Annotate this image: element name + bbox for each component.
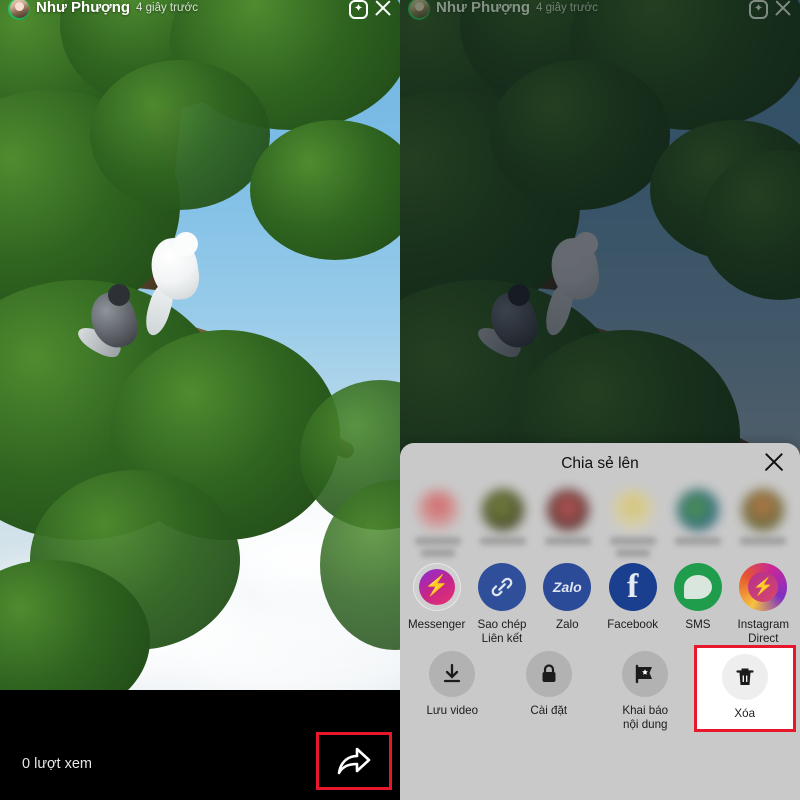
avatar[interactable] <box>8 0 30 20</box>
instagram-direct-icon: ⚡ <box>739 563 788 611</box>
share-actions-row: Lưu video Cài đặt Khai báo nội dung Xóa <box>400 645 800 732</box>
action-save-video[interactable]: Lưu video <box>404 651 501 732</box>
contact-item[interactable] <box>536 489 599 557</box>
share-app-instagram-direct[interactable]: ⚡ Instagram Direct <box>731 563 796 645</box>
story-video-left[interactable] <box>0 0 400 690</box>
lock-icon <box>525 651 572 697</box>
screenshot-root: Như Phượng 4 giây trước 0 lượt xem <box>0 0 800 800</box>
link-icon <box>477 563 526 611</box>
contact-item[interactable] <box>666 489 729 557</box>
action-label: Lưu video <box>426 704 479 717</box>
share-app-copy-link[interactable]: Sao chép Liên kết <box>469 563 534 645</box>
trash-icon <box>721 654 768 700</box>
close-icon[interactable] <box>774 0 792 17</box>
share-app-label: SMS <box>685 618 711 631</box>
facebook-icon: f <box>608 563 657 611</box>
contact-item[interactable] <box>731 489 794 557</box>
share-apps-row: ⚡ Messenger Sao chép Liên kết Zalo Zalo … <box>400 557 800 645</box>
left-panel-story-view: Như Phượng 4 giây trước 0 lượt xem <box>0 0 400 800</box>
share-app-label: Zalo <box>556 618 579 631</box>
share-app-label: Messenger <box>407 618 466 631</box>
messenger-icon: ⚡ <box>412 563 461 611</box>
zalo-icon: Zalo <box>543 563 592 611</box>
download-icon <box>429 651 476 697</box>
username-label: Như Phượng <box>436 0 531 16</box>
story-header-right: Như Phượng 4 giây trước <box>400 0 800 22</box>
contact-suggestions <box>400 485 800 557</box>
close-icon[interactable] <box>764 452 784 472</box>
action-label: Xóa <box>734 707 756 720</box>
report-icon <box>622 651 669 697</box>
share-app-facebook[interactable]: f Facebook <box>600 563 665 645</box>
username-label: Như Phượng <box>36 0 131 16</box>
share-app-label: Facebook <box>607 618 659 631</box>
right-panel-share-sheet: Như Phượng 4 giây trước Chia sẻ lên <box>400 0 800 800</box>
sms-icon <box>673 563 722 611</box>
share-app-messenger[interactable]: ⚡ Messenger <box>404 563 469 645</box>
action-settings[interactable]: Cài đặt <box>501 651 598 732</box>
share-app-label: Sao chép Liên kết <box>477 618 527 645</box>
share-sheet-title: Chia sẻ lên <box>561 455 639 472</box>
contact-item[interactable] <box>406 489 469 557</box>
view-count-label: 0 lượt xem <box>22 756 92 772</box>
sparkle-square-icon[interactable] <box>749 0 768 19</box>
story-footer-left: 0 lượt xem <box>0 728 400 800</box>
contact-item[interactable] <box>601 489 664 557</box>
share-sheet-header: Chia sẻ lên <box>400 443 800 485</box>
share-app-zalo[interactable]: Zalo Zalo <box>535 563 600 645</box>
contact-item[interactable] <box>471 489 534 557</box>
share-button-highlighted[interactable] <box>316 732 392 790</box>
share-app-label: Instagram Direct <box>737 618 790 645</box>
share-app-sms[interactable]: SMS <box>665 563 730 645</box>
timestamp-label: 4 giây trước <box>536 1 598 14</box>
action-label: Cài đặt <box>530 704 568 717</box>
action-label: Khai báo nội dung <box>622 704 669 731</box>
share-sheet: Chia sẻ lên ⚡ Messenger Sao chép Liên kế… <box>400 443 800 800</box>
avatar[interactable] <box>408 0 430 20</box>
foliage <box>90 60 270 210</box>
story-header-left: Như Phượng 4 giây trước <box>0 0 400 22</box>
action-report-content[interactable]: Khai báo nội dung <box>597 651 694 732</box>
share-arrow-icon <box>337 747 371 775</box>
action-delete-highlighted[interactable]: Xóa <box>693 645 796 732</box>
timestamp-label: 4 giây trước <box>136 1 198 14</box>
sparkle-square-icon[interactable] <box>349 0 368 19</box>
close-icon[interactable] <box>374 0 392 17</box>
